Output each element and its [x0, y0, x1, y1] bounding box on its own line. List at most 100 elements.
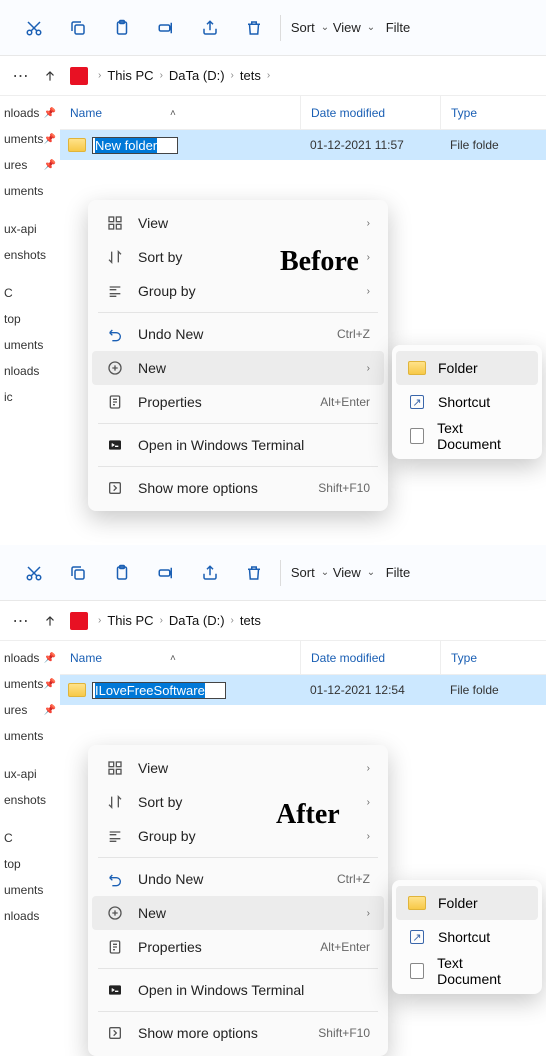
column-name[interactable]: Name ˄: [60, 106, 300, 120]
menu-separator: [98, 857, 378, 858]
toolbar-separator: [280, 560, 281, 586]
delete-button[interactable]: [232, 8, 276, 48]
sub-shortcut[interactable]: ↗ Shortcut: [396, 385, 538, 419]
file-date: 01-12-2021 12:54: [300, 683, 440, 697]
sub-shortcut[interactable]: ↗ Shortcut: [396, 920, 538, 954]
rename-value: New folder: [95, 138, 157, 153]
nav-item[interactable]: top: [0, 851, 60, 877]
ctx-group[interactable]: Group by›: [92, 819, 384, 853]
nav-item[interactable]: nloads📌: [0, 100, 60, 126]
nav-item[interactable]: ux-api: [0, 761, 60, 787]
nav-item[interactable]: uments: [0, 332, 60, 358]
column-type[interactable]: Type: [440, 641, 546, 674]
nav-item[interactable]: nloads📌: [0, 645, 60, 671]
breadcrumb-pc[interactable]: This PC: [107, 68, 153, 83]
nav-item[interactable]: enshots: [0, 242, 60, 268]
nav-item[interactable]: uments: [0, 178, 60, 204]
sort-button[interactable]: Sort ⌄: [285, 8, 329, 48]
paste-button[interactable]: [100, 553, 144, 593]
view-button[interactable]: View ⌄: [329, 553, 373, 593]
ctx-view[interactable]: View›: [92, 206, 384, 240]
nav-item[interactable]: ic: [0, 384, 60, 410]
column-type[interactable]: Type: [440, 96, 546, 129]
chevron-right-icon: ›: [158, 70, 165, 81]
nav-item[interactable]: ures📌: [0, 697, 60, 723]
ctx-more[interactable]: Show more optionsShift+F10: [92, 1016, 384, 1050]
nav-item[interactable]: C: [0, 280, 60, 306]
breadcrumb[interactable]: › This PC › DaTa (D:) › tets ›: [70, 67, 272, 85]
ctx-new[interactable]: New›: [92, 351, 384, 385]
nav-up[interactable]: [35, 605, 64, 637]
shortcut-label: Alt+Enter: [320, 395, 370, 409]
nav-item[interactable]: uments📌: [0, 126, 60, 152]
chevron-right-icon: ›: [158, 615, 165, 626]
filter-button[interactable]: Filte: [373, 8, 417, 48]
nav-unknown[interactable]: ⋯: [6, 605, 35, 637]
column-date[interactable]: Date modified: [300, 96, 440, 129]
chevron-right-icon: ›: [367, 218, 370, 229]
nav-item[interactable]: uments: [0, 723, 60, 749]
breadcrumb-drive[interactable]: DaTa (D:): [169, 613, 225, 628]
nav-unknown[interactable]: ⋯: [6, 60, 35, 92]
sub-textdoc[interactable]: Text Document: [396, 419, 538, 453]
copy-button[interactable]: [56, 553, 100, 593]
overlay-after: After: [276, 799, 340, 831]
sub-folder[interactable]: Folder: [396, 351, 538, 385]
file-row[interactable]: ILoveFreeSoftware 01-12-2021 12:54 File …: [60, 675, 546, 705]
breadcrumb-pc[interactable]: This PC: [107, 613, 153, 628]
rename-input[interactable]: ILoveFreeSoftware: [92, 682, 226, 699]
drive-icon: [70, 67, 88, 85]
view-button[interactable]: View ⌄: [329, 8, 373, 48]
share-button[interactable]: [188, 8, 232, 48]
nav-item[interactable]: ures📌: [0, 152, 60, 178]
nav-item[interactable]: C: [0, 825, 60, 851]
filter-button[interactable]: Filte: [373, 553, 417, 593]
column-name[interactable]: Name ˄: [60, 651, 300, 665]
breadcrumb-folder[interactable]: tets: [240, 613, 261, 628]
file-row[interactable]: New folder 01-12-2021 11:57 File folde: [60, 130, 546, 160]
column-date[interactable]: Date modified: [300, 641, 440, 674]
nav-item[interactable]: nloads: [0, 358, 60, 384]
toolbar-separator: [280, 15, 281, 41]
nav-item[interactable]: uments: [0, 877, 60, 903]
more-icon: [106, 479, 124, 497]
ctx-group[interactable]: Group by›: [92, 274, 384, 308]
delete-button[interactable]: [232, 553, 276, 593]
breadcrumb-folder[interactable]: tets: [240, 68, 261, 83]
ctx-sort[interactable]: Sort by›: [92, 785, 384, 819]
sort-button[interactable]: Sort ⌄: [285, 553, 329, 593]
sub-textdoc[interactable]: Text Document: [396, 954, 538, 988]
nav-item[interactable]: uments📌: [0, 671, 60, 697]
breadcrumb[interactable]: › This PC › DaTa (D:) › tets: [70, 612, 261, 630]
rename-button[interactable]: [144, 553, 188, 593]
nav-item[interactable]: enshots: [0, 787, 60, 813]
breadcrumb-drive[interactable]: DaTa (D:): [169, 68, 225, 83]
ctx-view[interactable]: View›: [92, 751, 384, 785]
ctx-terminal[interactable]: Open in Windows Terminal: [92, 428, 384, 462]
sub-folder[interactable]: Folder: [396, 886, 538, 920]
ctx-undo[interactable]: Undo NewCtrl+Z: [92, 317, 384, 351]
nav-up[interactable]: [35, 60, 64, 92]
rename-button[interactable]: [144, 8, 188, 48]
document-icon: [408, 427, 425, 445]
address-bar-row: ⋯ › This PC › DaTa (D:) › tets ›: [0, 56, 546, 96]
pin-icon: 📌: [44, 134, 56, 145]
cut-button[interactable]: [12, 553, 56, 593]
ctx-undo[interactable]: Undo NewCtrl+Z: [92, 862, 384, 896]
ctx-properties[interactable]: PropertiesAlt+Enter: [92, 385, 384, 419]
cut-button[interactable]: [12, 8, 56, 48]
copy-button[interactable]: [56, 8, 100, 48]
file-date: 01-12-2021 11:57: [300, 138, 440, 152]
share-button[interactable]: [188, 553, 232, 593]
nav-item[interactable]: top: [0, 306, 60, 332]
nav-item[interactable]: nloads: [0, 903, 60, 929]
column-headers: Name ˄ Date modified Type: [60, 96, 546, 130]
nav-item[interactable]: ux-api: [0, 216, 60, 242]
rename-input[interactable]: New folder: [92, 137, 178, 154]
ctx-more[interactable]: Show more optionsShift+F10: [92, 471, 384, 505]
ctx-new[interactable]: New›: [92, 896, 384, 930]
ctx-terminal[interactable]: Open in Windows Terminal: [92, 973, 384, 1007]
ctx-properties[interactable]: PropertiesAlt+Enter: [92, 930, 384, 964]
paste-button[interactable]: [100, 8, 144, 48]
shortcut-label: Shift+F10: [318, 1026, 370, 1040]
